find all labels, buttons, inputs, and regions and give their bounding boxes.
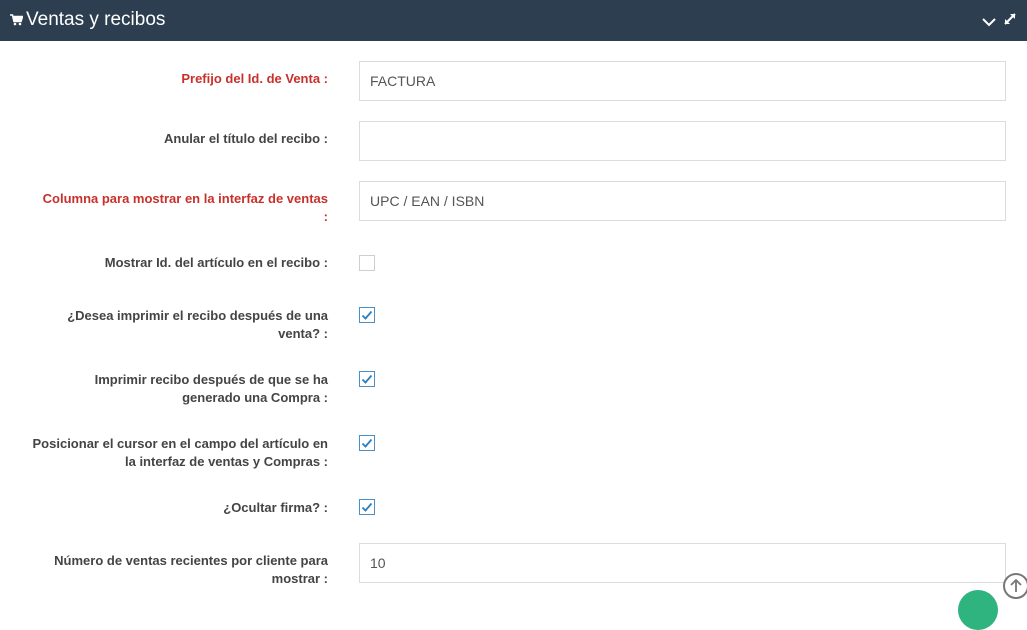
- recent-sales-label-line2: mostrar :: [271, 571, 328, 586]
- cursor-position-label-line2: la interfaz de ventas y Compras :: [124, 454, 328, 469]
- sales-column-label-line2: :: [323, 209, 328, 224]
- expand-icon[interactable]: [1003, 12, 1017, 31]
- show-item-id-label: Mostrar Id. del artículo en el recibo :: [104, 255, 328, 270]
- cursor-position-checkbox[interactable]: [359, 435, 375, 451]
- panel-title: Ventas y recibos: [26, 9, 166, 30]
- checkmark-icon: [361, 438, 373, 448]
- recent-sales-input[interactable]: [359, 543, 1006, 583]
- print-after-purchase-label: Imprimir recibo después de que se ha gen…: [10, 371, 328, 407]
- print-after-sale-checkbox[interactable]: [359, 307, 375, 323]
- chevron-down-icon[interactable]: [982, 14, 996, 32]
- sales-column-label-line1: Columna para mostrar en la interfaz de v…: [42, 191, 328, 206]
- receipt-title-input[interactable]: [359, 121, 1006, 161]
- receipt-title-label: Anular el título del recibo :: [164, 131, 328, 146]
- checkmark-icon: [361, 310, 373, 320]
- hide-signature-label: ¿Ocultar firma? :: [223, 500, 328, 515]
- scroll-to-top-button[interactable]: [1003, 573, 1027, 599]
- cart-icon: [10, 13, 24, 31]
- show-item-id-checkbox[interactable]: [359, 255, 375, 271]
- print-after-sale-label-line2: venta? :: [278, 326, 328, 341]
- floating-action-button[interactable]: [958, 590, 998, 630]
- cursor-position-label: Posicionar el cursor en el campo del art…: [10, 435, 328, 471]
- sales-column-input[interactable]: [359, 181, 1006, 221]
- recent-sales-label-line1: Número de ventas recientes por cliente p…: [54, 553, 328, 568]
- print-after-purchase-label-line1: Imprimir recibo después de que se ha: [94, 372, 328, 387]
- print-after-purchase-label-line2: generado una Compra :: [182, 390, 328, 405]
- sale-id-prefix-label: Prefijo del Id. de Venta :: [181, 71, 328, 86]
- sales-column-label: Columna para mostrar en la interfaz de v…: [10, 190, 328, 226]
- checkmark-icon: [361, 502, 373, 512]
- recent-sales-label: Número de ventas recientes por cliente p…: [10, 552, 328, 588]
- hide-signature-checkbox[interactable]: [359, 499, 375, 515]
- panel-header: Ventas y recibos: [0, 0, 1027, 41]
- sale-id-prefix-input[interactable]: [359, 61, 1006, 101]
- print-after-sale-label-line1: ¿Desea imprimir el recibo después de una: [67, 308, 328, 323]
- cursor-position-label-line1: Posicionar el cursor en el campo del art…: [32, 436, 328, 451]
- print-after-purchase-checkbox[interactable]: [359, 371, 375, 387]
- print-after-sale-label: ¿Desea imprimir el recibo después de una…: [10, 307, 328, 343]
- checkmark-icon: [361, 374, 373, 384]
